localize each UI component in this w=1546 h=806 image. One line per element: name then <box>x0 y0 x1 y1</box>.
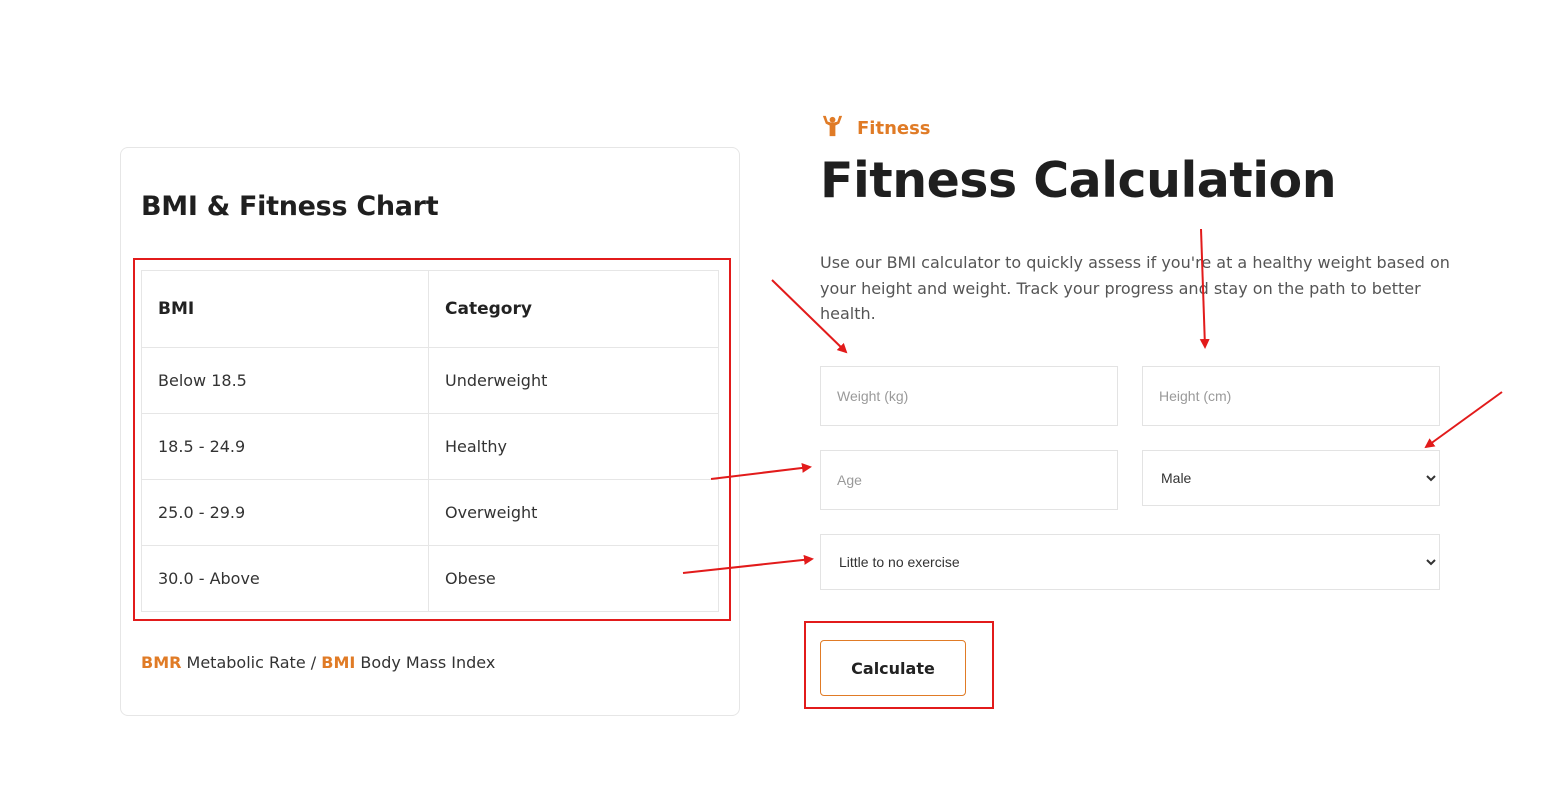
section-eyebrow: Fitness <box>820 113 931 143</box>
column-header-category: Category <box>428 270 719 348</box>
legend-bmr-text: Metabolic Rate <box>186 653 306 672</box>
age-input[interactable] <box>820 450 1118 510</box>
legend-bmi-text: Body Mass Index <box>360 653 496 672</box>
category-cell: Overweight <box>428 479 719 546</box>
page-title: Fitness Calculation <box>820 152 1337 209</box>
flexing-muscle-icon <box>820 113 845 143</box>
bmi-range-cell: 25.0 - 29.9 <box>141 479 429 546</box>
legend-bmi-abbr: BMI <box>321 653 356 672</box>
chart-card-title: BMI & Fitness Chart <box>141 191 439 222</box>
category-cell: Underweight <box>428 347 719 414</box>
table-row: 30.0 - Above Obese <box>141 545 719 612</box>
bmi-range-cell: Below 18.5 <box>141 347 429 414</box>
legend-separator: / <box>310 653 317 672</box>
bmi-range-cell: 30.0 - Above <box>141 545 429 612</box>
bmi-chart-card: BMI & Fitness Chart BMI Category Below 1… <box>120 147 740 716</box>
category-cell: Healthy <box>428 413 719 480</box>
table-row: 18.5 - 24.9 Healthy <box>141 413 719 480</box>
category-cell: Obese <box>428 545 719 612</box>
height-input[interactable] <box>1142 366 1440 426</box>
chart-legend: BMR Metabolic Rate / BMI Body Mass Index <box>141 653 495 672</box>
column-header-bmi: BMI <box>141 270 429 348</box>
calculate-button[interactable]: Calculate <box>820 640 966 696</box>
activity-level-select[interactable]: Little to no exercise <box>820 534 1440 590</box>
table-row: 25.0 - 29.9 Overweight <box>141 479 719 546</box>
bmi-table: BMI Category Below 18.5 Underweight 18.5… <box>141 270 719 612</box>
eyebrow-label: Fitness <box>857 117 931 139</box>
weight-input[interactable] <box>820 366 1118 426</box>
table-row: Below 18.5 Underweight <box>141 347 719 414</box>
table-header-row: BMI Category <box>141 270 719 348</box>
page-description: Use our BMI calculator to quickly assess… <box>820 253 1450 323</box>
legend-bmr-abbr: BMR <box>141 653 182 672</box>
bmi-range-cell: 18.5 - 24.9 <box>141 413 429 480</box>
gender-select[interactable]: Male <box>1142 450 1440 506</box>
